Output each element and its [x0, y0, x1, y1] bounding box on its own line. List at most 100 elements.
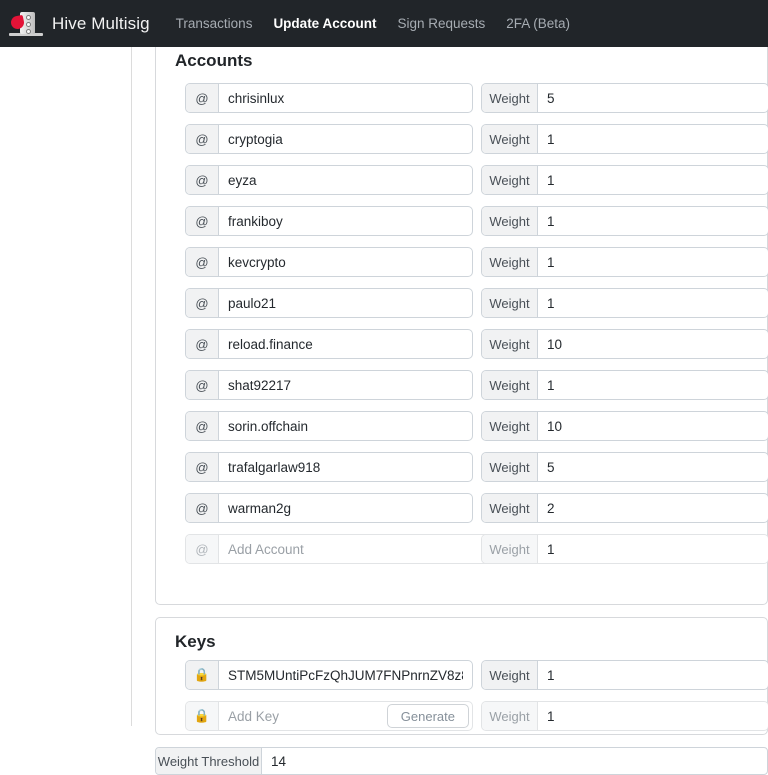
- add-account-weight-input[interactable]: [538, 535, 768, 563]
- at-sign-icon: @: [186, 535, 219, 563]
- weight-input[interactable]: [538, 412, 768, 440]
- at-sign-icon: @: [186, 412, 219, 440]
- add-key-weight-group[interactable]: Weight: [481, 701, 768, 731]
- account-name-input[interactable]: [219, 125, 472, 153]
- nav-link-transactions[interactable]: Transactions: [176, 16, 253, 31]
- keys-title: Keys: [175, 632, 216, 651]
- weight-label: Weight: [482, 84, 538, 112]
- at-sign-icon: @: [186, 330, 219, 358]
- account-name-input[interactable]: [219, 207, 472, 235]
- weight-threshold-group[interactable]: Weight Threshold: [155, 747, 768, 775]
- page-body: Accounts @ Weight @ Weight @: [0, 35, 768, 775]
- brand-title: Hive Multisig: [52, 13, 150, 33]
- layout-divider: [131, 47, 132, 726]
- weight-input-group[interactable]: Weight: [481, 329, 768, 359]
- weight-input-group[interactable]: Weight: [481, 493, 768, 523]
- account-name-input[interactable]: [219, 330, 472, 358]
- account-input-group[interactable]: @: [185, 329, 473, 359]
- weight-input-group[interactable]: Weight: [481, 165, 768, 195]
- weight-input[interactable]: [538, 84, 768, 112]
- weight-label: Weight: [482, 661, 538, 689]
- account-name-input[interactable]: [219, 289, 472, 317]
- weight-input[interactable]: [538, 289, 768, 317]
- account-name-input[interactable]: [219, 453, 472, 481]
- add-account-input-group[interactable]: @: [185, 534, 496, 564]
- at-sign-icon: @: [186, 125, 219, 153]
- account-input-group[interactable]: @: [185, 288, 473, 318]
- accounts-card: Accounts @ Weight @ Weight @: [155, 35, 768, 605]
- account-input-group[interactable]: @: [185, 452, 473, 482]
- weight-input[interactable]: [538, 494, 768, 522]
- weight-label: Weight: [482, 125, 538, 153]
- weight-input[interactable]: [538, 166, 768, 194]
- account-input-group[interactable]: @: [185, 247, 473, 277]
- at-sign-icon: @: [186, 289, 219, 317]
- account-input-group[interactable]: @: [185, 165, 473, 195]
- at-sign-icon: @: [186, 166, 219, 194]
- weight-input[interactable]: [538, 207, 768, 235]
- account-input-group[interactable]: @: [185, 206, 473, 236]
- weight-threshold-row: Weight Threshold: [155, 747, 768, 775]
- hive-multisig-logo-icon: [9, 10, 43, 37]
- nav-link-update-account[interactable]: Update Account: [273, 16, 376, 31]
- weight-label: Weight: [482, 289, 538, 317]
- account-name-input[interactable]: [219, 248, 472, 276]
- weight-label: Weight: [482, 330, 538, 358]
- weight-label: Weight: [482, 412, 538, 440]
- top-navbar: Hive Multisig Transactions Update Accoun…: [0, 0, 768, 47]
- weight-input[interactable]: [538, 125, 768, 153]
- nav-link-sign-requests[interactable]: Sign Requests: [397, 16, 485, 31]
- weight-label: Weight: [482, 453, 538, 481]
- at-sign-icon: @: [186, 248, 219, 276]
- weight-label: Weight: [482, 494, 538, 522]
- brand[interactable]: Hive Multisig: [9, 10, 150, 37]
- weight-input-group[interactable]: Weight: [481, 206, 768, 236]
- weight-label: Weight: [482, 371, 538, 399]
- accounts-title: Accounts: [175, 51, 253, 70]
- account-input-group[interactable]: @: [185, 83, 473, 113]
- account-input-group[interactable]: @: [185, 411, 473, 441]
- generate-key-button[interactable]: Generate: [386, 704, 469, 728]
- public-key-input[interactable]: [219, 661, 472, 689]
- account-input-group[interactable]: @: [185, 493, 473, 523]
- account-name-input[interactable]: [219, 84, 472, 112]
- weight-label: Weight: [482, 207, 538, 235]
- at-sign-icon: @: [186, 494, 219, 522]
- account-name-input[interactable]: [219, 494, 472, 522]
- key-weight-input[interactable]: [538, 661, 768, 689]
- weight-input-group[interactable]: Weight: [481, 411, 768, 441]
- nav-link-2fa-beta[interactable]: 2FA (Beta): [506, 16, 570, 31]
- weight-input-group[interactable]: Weight: [481, 288, 768, 318]
- weight-input[interactable]: [538, 371, 768, 399]
- key-input-group[interactable]: 🔒: [185, 660, 473, 690]
- at-sign-icon: @: [186, 453, 219, 481]
- add-account-input[interactable]: [219, 535, 495, 563]
- weight-input-group[interactable]: Weight: [481, 83, 768, 113]
- weight-threshold-input[interactable]: [262, 748, 767, 774]
- weight-input[interactable]: [538, 248, 768, 276]
- keys-card: Keys 🔒 Weight 🔒 Generate Weight: [155, 617, 768, 735]
- weight-input-group[interactable]: Weight: [481, 124, 768, 154]
- weight-threshold-label: Weight Threshold: [156, 748, 262, 774]
- weight-label: Weight: [482, 166, 538, 194]
- at-sign-icon: @: [186, 84, 219, 112]
- weight-input-group[interactable]: Weight: [481, 452, 768, 482]
- nav-links: Transactions Update Account Sign Request…: [176, 16, 570, 31]
- add-key-input-group[interactable]: 🔒 Generate: [185, 701, 473, 731]
- add-account-weight-group[interactable]: Weight: [481, 534, 768, 564]
- account-name-input[interactable]: [219, 371, 472, 399]
- lock-icon: 🔒: [186, 661, 219, 689]
- key-weight-group[interactable]: Weight: [481, 660, 768, 690]
- at-sign-icon: @: [186, 371, 219, 399]
- weight-label: Weight: [482, 248, 538, 276]
- account-input-group[interactable]: @: [185, 370, 473, 400]
- account-name-input[interactable]: [219, 166, 472, 194]
- at-sign-icon: @: [186, 207, 219, 235]
- account-name-input[interactable]: [219, 412, 472, 440]
- weight-label: Weight: [482, 535, 538, 563]
- weight-input-group[interactable]: Weight: [481, 247, 768, 277]
- weight-input[interactable]: [538, 453, 768, 481]
- account-input-group[interactable]: @: [185, 124, 473, 154]
- weight-input-group[interactable]: Weight: [481, 370, 768, 400]
- weight-input[interactable]: [538, 330, 768, 358]
